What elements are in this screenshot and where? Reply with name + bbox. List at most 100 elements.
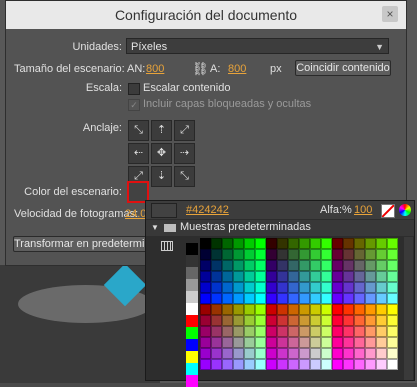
swatch-cell[interactable] <box>376 260 387 271</box>
swatch-cell[interactable] <box>186 279 198 291</box>
swatch-cell[interactable] <box>233 315 244 326</box>
swatch-cell[interactable] <box>200 249 211 260</box>
swatch-cell[interactable] <box>255 293 266 304</box>
swatch-cell[interactable] <box>266 348 277 359</box>
swatch-cell[interactable] <box>365 337 376 348</box>
swatch-cell[interactable] <box>222 315 233 326</box>
swatch-cell[interactable] <box>332 348 343 359</box>
swatch-cell[interactable] <box>233 348 244 359</box>
swatch-cell[interactable] <box>387 304 398 315</box>
swatch-cell[interactable] <box>387 271 398 282</box>
swatch-cell[interactable] <box>200 238 211 249</box>
swatch-cell[interactable] <box>266 260 277 271</box>
width-field[interactable]: 800 <box>146 63 164 75</box>
swatch-cell[interactable] <box>343 304 354 315</box>
swatch-cell[interactable] <box>343 293 354 304</box>
swatch-cell[interactable] <box>310 238 321 249</box>
swatch-cell[interactable] <box>288 315 299 326</box>
swatch-cell[interactable] <box>266 282 277 293</box>
swatch-cell[interactable] <box>321 304 332 315</box>
swatch-cell[interactable] <box>186 255 198 267</box>
swatch-cell[interactable] <box>200 359 211 370</box>
swatch-cell[interactable] <box>255 326 266 337</box>
swatch-cell[interactable] <box>186 327 198 339</box>
swatch-cell[interactable] <box>343 271 354 282</box>
swatch-cell[interactable] <box>233 282 244 293</box>
swatch-cell[interactable] <box>288 238 299 249</box>
swatch-cell[interactable] <box>310 304 321 315</box>
swatch-cell[interactable] <box>332 260 343 271</box>
swatch-cell[interactable] <box>365 359 376 370</box>
swatch-cell[interactable] <box>387 260 398 271</box>
swatch-cell[interactable] <box>233 260 244 271</box>
swatch-cell[interactable] <box>376 271 387 282</box>
swatch-cell[interactable] <box>233 271 244 282</box>
swatch-cell[interactable] <box>277 315 288 326</box>
swatch-cell[interactable] <box>376 238 387 249</box>
swatch-cell[interactable] <box>387 348 398 359</box>
swatch-cell[interactable] <box>354 304 365 315</box>
swatch-cell[interactable] <box>376 304 387 315</box>
swatch-cell[interactable] <box>332 326 343 337</box>
swatch-cell[interactable] <box>255 271 266 282</box>
scrollbar[interactable] <box>404 237 413 380</box>
swatch-cell[interactable] <box>186 339 198 351</box>
swatch-cell[interactable] <box>222 260 233 271</box>
anchor-bottom-center[interactable]: ⇣ <box>151 166 172 187</box>
swatch-cell[interactable] <box>376 249 387 260</box>
expand-triangle-icon[interactable]: ▼ <box>151 223 159 232</box>
swatch-cell[interactable] <box>387 326 398 337</box>
swatch-cell[interactable] <box>376 326 387 337</box>
swatch-cell[interactable] <box>244 348 255 359</box>
swatch-cell[interactable] <box>365 315 376 326</box>
swatch-cell[interactable] <box>233 238 244 249</box>
swatch-cell[interactable] <box>288 348 299 359</box>
swatch-cell[interactable] <box>332 238 343 249</box>
swatch-cell[interactable] <box>299 249 310 260</box>
swatch-cell[interactable] <box>288 304 299 315</box>
swatch-cell[interactable] <box>310 282 321 293</box>
swatch-cell[interactable] <box>321 359 332 370</box>
swatch-cell[interactable] <box>354 260 365 271</box>
swatch-cell[interactable] <box>211 315 222 326</box>
swatch-cell[interactable] <box>387 238 398 249</box>
swatch-cell[interactable] <box>277 348 288 359</box>
link-icon[interactable]: ⛓ <box>192 61 209 77</box>
swatch-cell[interactable] <box>299 271 310 282</box>
swatch-cell[interactable] <box>233 304 244 315</box>
swatch-cell[interactable] <box>255 238 266 249</box>
swatch-cell[interactable] <box>233 249 244 260</box>
swatch-cell[interactable] <box>211 348 222 359</box>
swatch-cell[interactable] <box>299 315 310 326</box>
swatch-cell[interactable] <box>277 293 288 304</box>
swatch-cell[interactable] <box>354 315 365 326</box>
swatch-cell[interactable] <box>343 238 354 249</box>
swatch-cell[interactable] <box>266 315 277 326</box>
swatch-cell[interactable] <box>332 304 343 315</box>
close-icon[interactable]: × <box>382 6 398 22</box>
swatch-cell[interactable] <box>299 304 310 315</box>
swatch-cell[interactable] <box>244 337 255 348</box>
swatch-cell[interactable] <box>233 293 244 304</box>
swatch-cell[interactable] <box>288 337 299 348</box>
swatch-cell[interactable] <box>321 260 332 271</box>
swatch-cell[interactable] <box>343 249 354 260</box>
swatch-cell[interactable] <box>244 359 255 370</box>
swatch-cell[interactable] <box>343 326 354 337</box>
swatch-cell[interactable] <box>255 260 266 271</box>
swatch-cell[interactable] <box>299 282 310 293</box>
swatch-cell[interactable] <box>222 359 233 370</box>
swatch-cell[interactable] <box>310 348 321 359</box>
swatch-cell[interactable] <box>244 271 255 282</box>
swatch-cell[interactable] <box>211 249 222 260</box>
swatch-cell[interactable] <box>354 348 365 359</box>
swatch-cell[interactable] <box>186 291 198 303</box>
swatch-cell[interactable] <box>288 271 299 282</box>
fps-field[interactable]: 24.0 <box>125 208 146 220</box>
swatch-cell[interactable] <box>186 375 198 387</box>
swatch-cell[interactable] <box>332 249 343 260</box>
swatch-cell[interactable] <box>211 337 222 348</box>
swatch-cell[interactable] <box>211 293 222 304</box>
swatch-cell[interactable] <box>299 326 310 337</box>
swatch-cell[interactable] <box>211 260 222 271</box>
